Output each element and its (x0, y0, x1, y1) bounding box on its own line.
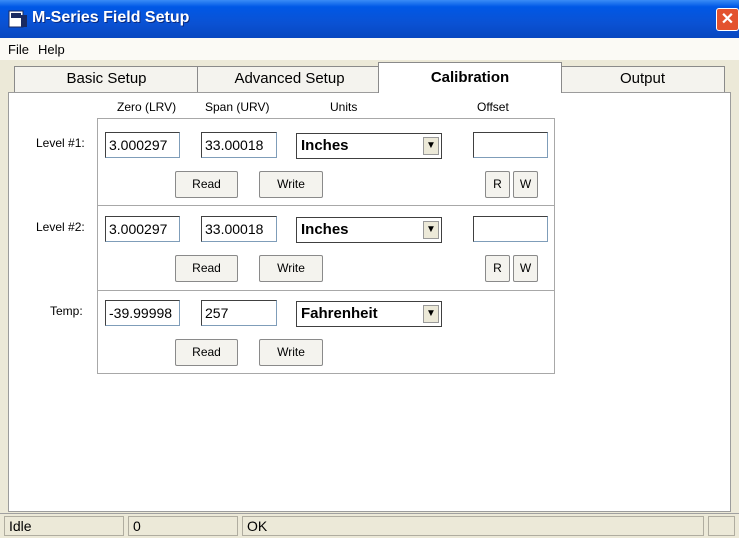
level1-read-button[interactable]: Read (175, 171, 238, 198)
header-offset: Offset (477, 100, 509, 114)
close-icon: ✕ (720, 11, 735, 28)
close-button[interactable]: ✕ (716, 8, 739, 31)
header-units: Units (330, 100, 358, 114)
status-grip (708, 516, 735, 536)
level2-offset-read-button[interactable]: R (485, 255, 510, 282)
temp-zero-input[interactable]: -39.99998 (105, 300, 180, 326)
menu-file[interactable]: File (8, 42, 29, 57)
tab-basic-setup[interactable]: Basic Setup (14, 66, 199, 92)
chevron-down-icon[interactable]: ▼ (423, 137, 439, 155)
level1-label: Level #1: (36, 136, 85, 150)
level1-offset-read-button[interactable]: R (485, 171, 510, 198)
tab-calibration[interactable]: Calibration (378, 62, 562, 93)
temp-units-value: Fahrenheit (301, 305, 378, 322)
header-span: Span (URV) (205, 100, 270, 114)
temp-units-select[interactable]: Fahrenheit ▼ (296, 301, 442, 327)
level1-units-select[interactable]: Inches ▼ (296, 133, 442, 159)
menu-help[interactable]: Help (38, 42, 65, 57)
level1-offset-write-button[interactable]: W (513, 171, 538, 198)
temp-span-input[interactable]: 257 (201, 300, 277, 326)
level2-offset-input[interactable] (473, 216, 548, 242)
level2-zero-input[interactable]: 3.000297 (105, 216, 180, 242)
chevron-down-icon[interactable]: ▼ (423, 221, 439, 239)
tab-output[interactable]: Output (560, 66, 725, 92)
status-message: OK (242, 516, 704, 536)
app-icon (8, 10, 27, 28)
level2-units-select[interactable]: Inches ▼ (296, 217, 442, 243)
header-zero: Zero (LRV) (117, 100, 177, 114)
title-bar: M-Series Field Setup ✕ (0, 0, 739, 38)
level2-offset-write-button[interactable]: W (513, 255, 538, 282)
level2-read-button[interactable]: Read (175, 255, 238, 282)
status-bar: Idle 0 OK (0, 513, 739, 538)
menu-bar: File Help (0, 38, 739, 60)
tab-advanced-setup[interactable]: Advanced Setup (197, 66, 382, 92)
level1-write-button[interactable]: Write (259, 171, 323, 198)
level1-units-value: Inches (301, 137, 349, 154)
temp-write-button[interactable]: Write (259, 339, 323, 366)
temp-read-button[interactable]: Read (175, 339, 238, 366)
level2-label: Level #2: (36, 220, 85, 234)
level1-zero-input[interactable]: 3.000297 (105, 132, 180, 158)
window-title: M-Series Field Setup (32, 9, 190, 26)
temp-label: Temp: (50, 304, 83, 318)
level1-offset-input[interactable] (473, 132, 548, 158)
chevron-down-icon[interactable]: ▼ (423, 305, 439, 323)
status-state: Idle (4, 516, 124, 536)
level2-units-value: Inches (301, 221, 349, 238)
level1-span-input[interactable]: 33.00018 (201, 132, 277, 158)
status-count: 0 (128, 516, 238, 536)
level2-span-input[interactable]: 33.00018 (201, 216, 277, 242)
level2-write-button[interactable]: Write (259, 255, 323, 282)
